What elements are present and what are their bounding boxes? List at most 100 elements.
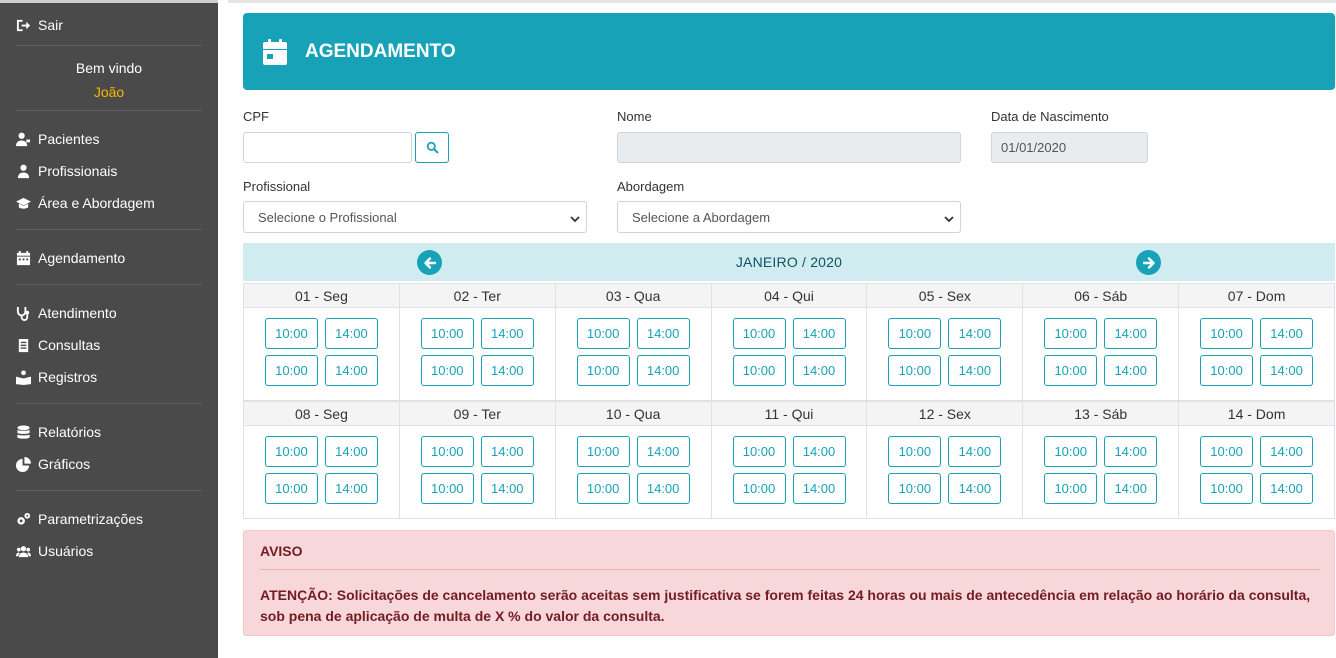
- time-slots: 10:00 14:00 10:00 14:00: [712, 308, 867, 400]
- day-header: 13 - Sáb: [1023, 401, 1179, 426]
- time-slot-button[interactable]: 10:00: [888, 473, 942, 504]
- time-slot-button[interactable]: 10:00: [576, 473, 630, 504]
- time-slot-button[interactable]: 14:00: [1260, 355, 1314, 386]
- time-slot-button[interactable]: 10:00: [732, 436, 786, 467]
- time-slot-button[interactable]: 10:00: [1200, 436, 1254, 467]
- sidebar-menu: Pacientes Profissionais Área e Abordagem Ag…: [0, 110, 218, 567]
- time-slot-button[interactable]: 14:00: [948, 473, 1002, 504]
- time-slot-button[interactable]: 10:00: [420, 318, 474, 349]
- time-slot-button[interactable]: 14:00: [948, 355, 1002, 386]
- time-slot-button[interactable]: 10:00: [1200, 473, 1254, 504]
- sidebar-divider: [16, 490, 202, 491]
- time-slot-button[interactable]: 10:00: [420, 473, 474, 504]
- logout-label: Sair: [38, 17, 63, 33]
- time-slot-button[interactable]: 10:00: [576, 355, 630, 386]
- time-slot-button[interactable]: 14:00: [1260, 436, 1314, 467]
- sidebar-item-label: Registros: [38, 369, 98, 385]
- time-slot-button[interactable]: 10:00: [576, 318, 630, 349]
- time-slot-button[interactable]: 10:00: [264, 436, 318, 467]
- time-slot-button[interactable]: 14:00: [1104, 318, 1158, 349]
- sidebar-item-users[interactable]: Usuários: [0, 535, 218, 567]
- time-slot-button[interactable]: 14:00: [948, 318, 1002, 349]
- sidebar-item-user-md[interactable]: Profissionais: [0, 155, 218, 187]
- arrow-right-icon: [1142, 256, 1156, 270]
- time-slot-button[interactable]: 14:00: [636, 473, 690, 504]
- time-slot-button[interactable]: 14:00: [480, 436, 534, 467]
- sidebar-item-calendar[interactable]: Agendamento: [0, 242, 218, 274]
- day-header: 03 - Qua: [555, 283, 711, 308]
- time-slot-button[interactable]: 14:00: [792, 473, 846, 504]
- sidebar-item-file-list[interactable]: Consultas: [0, 329, 218, 361]
- time-slot-button[interactable]: 14:00: [948, 436, 1002, 467]
- sidebar-item-user-injured[interactable]: Pacientes: [0, 123, 218, 155]
- cpf-search-button[interactable]: [415, 132, 449, 163]
- time-slot-button[interactable]: 10:00: [888, 436, 942, 467]
- logout-link[interactable]: Sair: [0, 9, 218, 41]
- profissional-select[interactable]: Selecione o Profissional: [243, 201, 587, 233]
- time-slot-button[interactable]: 14:00: [480, 355, 534, 386]
- time-slot-button[interactable]: 14:00: [324, 436, 378, 467]
- sidebar-item-stethoscope[interactable]: Atendimento: [0, 297, 218, 329]
- time-slot-button[interactable]: 10:00: [1200, 318, 1254, 349]
- time-slot-button[interactable]: 14:00: [1104, 473, 1158, 504]
- time-slot-button[interactable]: 14:00: [324, 355, 378, 386]
- time-slots: 10:00 14:00 10:00 14:00: [867, 426, 1022, 518]
- calendar-day: 03 - Qua 10:00 14:00 10:00 14:00: [555, 283, 712, 401]
- time-slot-button[interactable]: 10:00: [1200, 355, 1254, 386]
- time-slot-button[interactable]: 10:00: [420, 436, 474, 467]
- time-slot-button[interactable]: 14:00: [480, 473, 534, 504]
- next-month-button[interactable]: [1136, 250, 1161, 275]
- sidebar-item-pie-chart[interactable]: Gráficos: [0, 448, 218, 480]
- time-slot-button[interactable]: 14:00: [1260, 318, 1314, 349]
- sidebar-divider: [16, 229, 202, 230]
- day-header: 11 - Qui: [711, 401, 867, 426]
- user-injured-icon: [14, 131, 32, 147]
- time-slot-button[interactable]: 14:00: [480, 318, 534, 349]
- time-slot-button[interactable]: 10:00: [888, 355, 942, 386]
- sidebar-item-database[interactable]: Relatórios: [0, 416, 218, 448]
- calendar-day: 13 - Sáb 10:00 14:00 10:00 14:00: [1023, 401, 1180, 519]
- time-slot-button[interactable]: 14:00: [636, 355, 690, 386]
- time-slot-button[interactable]: 14:00: [792, 436, 846, 467]
- time-slot-button[interactable]: 10:00: [576, 436, 630, 467]
- day-header: 05 - Sex: [867, 283, 1023, 308]
- arrow-left-icon: [423, 256, 437, 270]
- main-content: AGENDAMENTO CPF Nome Data de Nascimento …: [228, 0, 1336, 650]
- time-slot-button[interactable]: 14:00: [636, 436, 690, 467]
- time-slot-button[interactable]: 14:00: [324, 318, 378, 349]
- time-slot-button[interactable]: 10:00: [264, 473, 318, 504]
- time-slot-button[interactable]: 14:00: [324, 473, 378, 504]
- prev-month-button[interactable]: [417, 250, 442, 275]
- abordagem-select[interactable]: Selecione a Abordagem: [617, 201, 961, 233]
- time-slot-button[interactable]: 10:00: [1044, 355, 1098, 386]
- cpf-input[interactable]: [243, 132, 412, 163]
- time-slot-button[interactable]: 14:00: [636, 318, 690, 349]
- time-slot-button[interactable]: 14:00: [1104, 436, 1158, 467]
- time-slot-button[interactable]: 10:00: [888, 318, 942, 349]
- alert-divider: [260, 569, 1320, 570]
- time-slot-button[interactable]: 10:00: [420, 355, 474, 386]
- time-slot-button[interactable]: 10:00: [1044, 473, 1098, 504]
- day-header: 07 - Dom: [1179, 283, 1335, 308]
- time-slots: 10:00 14:00 10:00 14:00: [244, 308, 399, 400]
- day-header: 01 - Seg: [244, 283, 399, 308]
- time-slot-button[interactable]: 10:00: [1044, 318, 1098, 349]
- time-slot-button[interactable]: 14:00: [792, 318, 846, 349]
- graduation-cap-icon: [14, 195, 32, 211]
- sidebar-divider: [16, 284, 202, 285]
- sidebar-item-cogs[interactable]: Parametrizações: [0, 503, 218, 535]
- sidebar-item-book-reader[interactable]: Registros: [0, 361, 218, 393]
- time-slot-button[interactable]: 14:00: [1260, 473, 1314, 504]
- nome-label: Nome: [617, 109, 652, 124]
- abordagem-label: Abordagem: [617, 179, 685, 194]
- time-slot-button[interactable]: 10:00: [1044, 436, 1098, 467]
- warning-alert: AVISO ATENÇÃO: Solicitações de cancelame…: [243, 530, 1335, 636]
- time-slot-button[interactable]: 10:00: [732, 318, 786, 349]
- time-slot-button[interactable]: 10:00: [732, 473, 786, 504]
- time-slot-button[interactable]: 14:00: [792, 355, 846, 386]
- time-slot-button[interactable]: 10:00: [264, 318, 318, 349]
- time-slot-button[interactable]: 10:00: [732, 355, 786, 386]
- time-slot-button[interactable]: 10:00: [264, 355, 318, 386]
- sidebar-item-graduation-cap[interactable]: Área e Abordagem: [0, 187, 218, 219]
- time-slot-button[interactable]: 14:00: [1104, 355, 1158, 386]
